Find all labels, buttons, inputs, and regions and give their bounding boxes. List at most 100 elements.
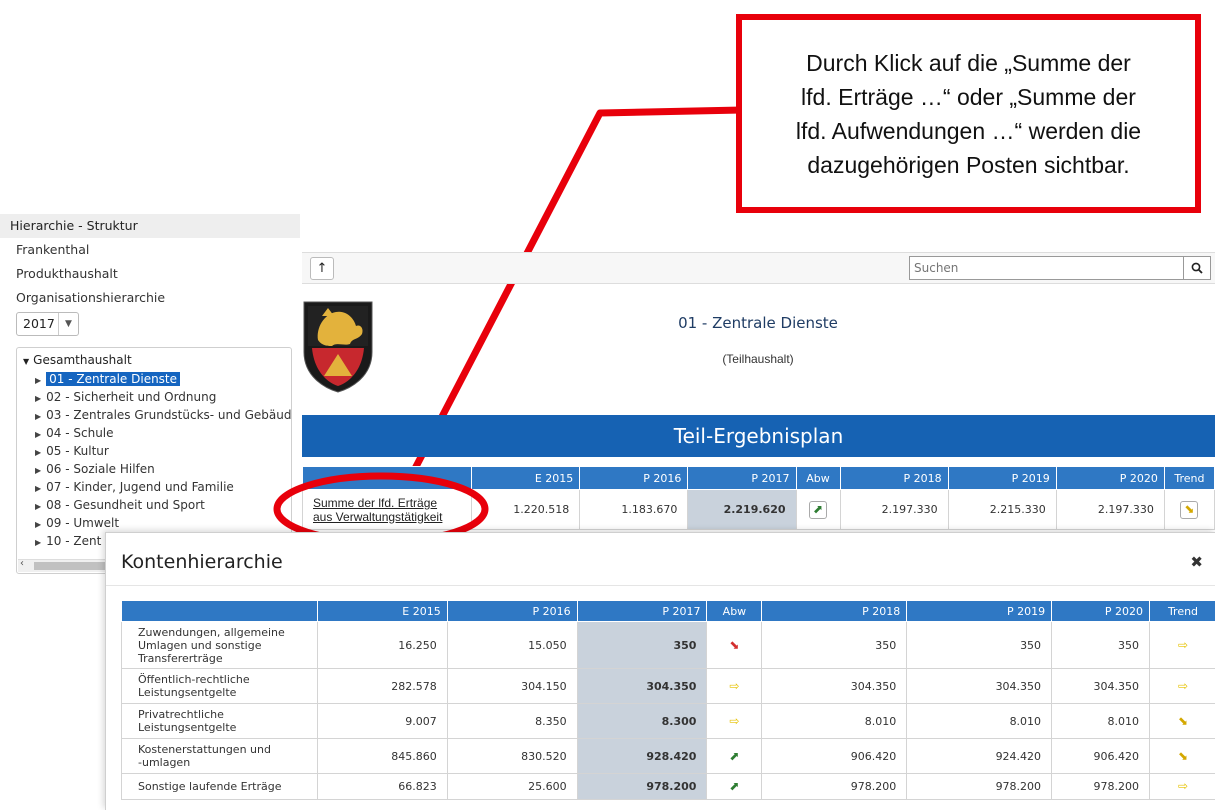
row-label-line: -umlagen [138, 756, 191, 769]
cell-e2015: 1.220.518 [471, 489, 581, 530]
cell-abw: ⬈ [795, 489, 841, 530]
cell-p2019: 304.350 [906, 668, 1053, 704]
konten-header-abw: Abw [706, 600, 763, 622]
tree-item-09[interactable]: ▶ 09 - Umwelt [35, 515, 119, 533]
konten-header-trend: Trend [1148, 600, 1215, 622]
search-icon [1191, 262, 1203, 274]
konten-header-p2016: P 2016 [446, 600, 578, 622]
cell-trend: ⇨ [1148, 773, 1215, 800]
summe-ertraege-line-2[interactable]: aus Verwaltungstätigkeit [313, 510, 461, 524]
summe-ertraege-line-1[interactable]: Summe der lfd. Erträge [313, 496, 461, 510]
arrow-right-icon: ⇨ [1177, 779, 1189, 793]
cell-abw: ⇨ [706, 703, 763, 739]
tree-item-label: 08 - Gesundheit und Sport [46, 498, 205, 512]
search-button[interactable] [1184, 256, 1211, 280]
cell-abw: ⬊ [706, 621, 763, 669]
konten-header-p2018: P 2018 [761, 600, 908, 622]
row-label-line: Kostenerstattungen und [138, 743, 271, 756]
triangle-right-icon: ▶ [35, 484, 42, 493]
arrow-right-icon: ⇨ [1177, 678, 1189, 693]
tree-item-02[interactable]: ▶ 02 - Sicherheit und Ordnung [35, 389, 216, 407]
cell-p2017: 350 [576, 621, 708, 669]
triangle-right-icon: ▶ [35, 394, 42, 403]
header-p2019: P 2019 [947, 466, 1057, 490]
cell-p2019: 2.215.330 [947, 489, 1057, 530]
triangle-down-icon: ▼ [23, 357, 30, 366]
cell-p2019: 924.420 [906, 738, 1053, 774]
tree-item-04[interactable]: ▶ 04 - Schule [35, 425, 114, 443]
arrow-up-right-icon: ⬈ [812, 501, 824, 516]
modal-title: Kontenhierarchie [121, 551, 283, 573]
page-title: 01 - Zentrale Dienste [678, 314, 838, 332]
cell-trend: ⬊ [1163, 489, 1215, 530]
arrow-right-icon: ⇨ [1177, 637, 1189, 652]
row-label-line: Leistungsentgelte [138, 721, 237, 734]
modal-divider [106, 585, 1215, 586]
header-e2015: E 2015 [471, 466, 581, 490]
search-input[interactable] [909, 256, 1184, 280]
triangle-right-icon: ▶ [35, 412, 42, 421]
header-p2017: P 2017 [687, 466, 797, 490]
callout-text-line-1: Durch Klick auf die „Summe der [806, 49, 1131, 76]
table-row: Sonstige laufende Erträge 66.823 25.600 … [121, 773, 1215, 800]
cell-e2015: 845.860 [316, 738, 448, 774]
cell-p2016: 8.350 [446, 703, 578, 739]
chevron-down-icon: ▼ [58, 313, 78, 335]
arrow-up-right-icon: ⬈ [729, 779, 740, 793]
tree-item-10[interactable]: ▶ 10 - Zent [35, 533, 101, 551]
cell-p2020: 906.420 [1051, 738, 1150, 774]
sidebar-header: Hierarchie - Struktur [0, 214, 300, 238]
header-p2020: P 2020 [1055, 466, 1165, 490]
cell-abw: ⇨ [706, 668, 763, 704]
row-label: Zuwendungen, allgemeine Umlagen und sons… [121, 621, 318, 669]
tree-item-01[interactable]: ▶ 01 - Zentrale Dienste [35, 371, 181, 389]
table-header-row: E 2015 P 2016 P 2017 Abw P 2018 P 2019 P… [301, 466, 1215, 490]
cell-trend: ⬊ [1148, 738, 1215, 774]
year-select[interactable]: 2017 ▼ [16, 312, 79, 336]
cell-p2018: 906.420 [761, 738, 908, 774]
summe-ertraege-link[interactable]: Summe der lfd. Erträge aus Verwaltungstä… [301, 489, 473, 530]
tree-item-05[interactable]: ▶ 05 - Kultur [35, 443, 109, 461]
tree-item-label: 02 - Sicherheit und Ordnung [46, 390, 217, 404]
sidebar-link-produkthaushalt[interactable]: Produkthaushalt [0, 262, 300, 286]
cell-p2018: 2.197.330 [839, 489, 949, 530]
konten-header-p2017: P 2017 [576, 600, 708, 622]
konten-header-e2015: E 2015 [316, 600, 448, 622]
sidebar-link-organisationshierarchie[interactable]: Organisationshierarchie [0, 286, 300, 310]
tree-root-gesamthaushalt[interactable]: ▼ Gesamthaushalt [23, 353, 132, 367]
header-p2016: P 2016 [579, 466, 689, 490]
tree-item-08[interactable]: ▶ 08 - Gesundheit und Sport [35, 497, 205, 515]
arrow-up-icon: ↑ [316, 261, 328, 276]
cell-e2015: 9.007 [316, 703, 448, 739]
header-label-cell [301, 466, 473, 490]
close-icon[interactable]: ✖ [1190, 553, 1203, 571]
row-label: Privatrechtliche Leistungsentgelte [121, 703, 318, 739]
cell-e2015: 66.823 [316, 773, 448, 800]
konten-header-p2020: P 2020 [1051, 600, 1150, 622]
row-label-line: Öffentlich-rechtliche [138, 673, 250, 686]
triangle-right-icon: ▶ [35, 376, 42, 385]
tree-root-label: Gesamthaushalt [33, 353, 132, 367]
triangle-right-icon: ▶ [35, 520, 42, 529]
tree-item-06[interactable]: ▶ 06 - Soziale Hilfen [35, 461, 155, 479]
up-level-button[interactable]: ↑ [310, 257, 334, 280]
arrow-down-right-icon: ⬊ [1177, 713, 1189, 728]
tree-item-label: 05 - Kultur [46, 444, 109, 458]
triangle-right-icon: ▶ [35, 538, 42, 547]
cell-p2017: 2.219.620 [687, 489, 797, 530]
cell-p2016: 25.600 [446, 773, 578, 800]
year-select-value: 2017 [23, 316, 55, 331]
cell-abw: ⬈ [706, 773, 763, 800]
kontenhierarchie-modal: Kontenhierarchie ✖ E 2015 P 2016 P 2017 … [105, 532, 1215, 810]
tree-item-07[interactable]: ▶ 07 - Kinder, Jugend und Familie [35, 479, 234, 497]
table-row: Öffentlich-rechtliche Leistungsentgelte … [121, 668, 1215, 704]
konten-header-label [121, 600, 318, 622]
cell-p2020: 978.200 [1051, 773, 1150, 800]
ergebnis-table: E 2015 P 2016 P 2017 Abw P 2018 P 2019 P… [301, 466, 1215, 530]
row-label: Kostenerstattungen und -umlagen [121, 738, 318, 774]
tree-item-03[interactable]: ▶ 03 - Zentrales Grundstücks- und Gebäude… [35, 407, 291, 425]
chevron-left-icon[interactable]: ‹ [20, 558, 24, 569]
callout-box: Durch Klick auf die „Summe der lfd. Ertr… [736, 14, 1201, 213]
sidebar-link-frankenthal[interactable]: Frankenthal [0, 238, 300, 262]
triangle-right-icon: ▶ [35, 502, 42, 511]
